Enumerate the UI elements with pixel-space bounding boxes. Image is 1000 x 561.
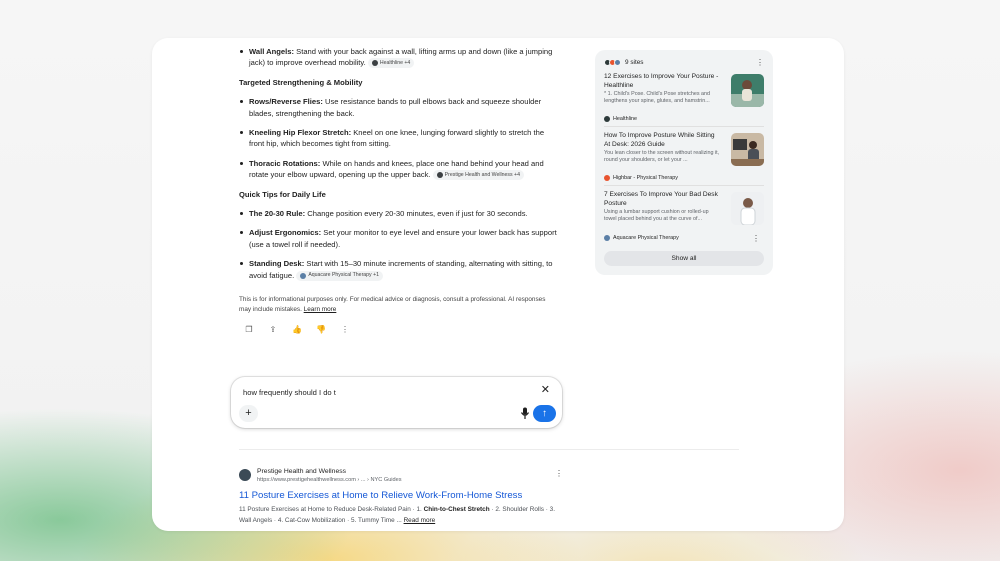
- more-options-icon[interactable]: ⋮: [340, 324, 350, 335]
- source-chip[interactable]: Prestige Health and Wellness +4: [432, 170, 524, 181]
- list-item: Wall Angels: Stand with your back agains…: [239, 46, 559, 69]
- microphone-icon[interactable]: [520, 407, 530, 420]
- source-card[interactable]: 12 Exercises to Improve Your Posture - H…: [604, 68, 764, 127]
- snippet-text: 11 Posture Exercises at Home to Reduce D…: [239, 506, 422, 513]
- result-snippet: 11 Posture Exercises at Home to Reduce D…: [239, 505, 559, 526]
- follow-up-chatbox: ✕ + ↑: [231, 377, 562, 428]
- item-label: Adjust Ergonomics:: [249, 228, 322, 238]
- divider: [239, 449, 739, 450]
- aquacare-favicon: [614, 58, 621, 66]
- source-site: Aquacare Physical Therapy: [604, 235, 679, 241]
- source-snippet: You lean closer to the screen without re…: [604, 150, 720, 164]
- aquacare-favicon: [604, 235, 610, 241]
- section-heading: Quick Tips for Daily Life: [239, 189, 326, 199]
- aquacare-favicon: [300, 272, 307, 279]
- result-site[interactable]: Prestige Health and Wellness https://www…: [239, 467, 559, 484]
- source-snippet: * 1. Child's Pose. Child's Pose stretche…: [604, 91, 711, 105]
- desk-worker-thumbnail: [731, 133, 764, 166]
- follow-up-input[interactable]: [243, 386, 523, 398]
- more-options-icon[interactable]: ⋮: [756, 58, 764, 67]
- item-label: The 20-30 Rule:: [249, 209, 306, 219]
- list-item: The 20-30 Rule: Change position every 20…: [239, 208, 559, 219]
- search-result: Prestige Health and Wellness https://www…: [239, 467, 563, 526]
- more-options-icon[interactable]: ⋮: [555, 469, 563, 478]
- highbar-favicon: [604, 175, 610, 181]
- source-site: Highbar - Physical Therapy: [604, 175, 678, 181]
- prestige-favicon: [436, 172, 443, 179]
- close-icon[interactable]: ✕: [541, 383, 550, 396]
- list-item: Kneeling Hip Flexor Stretch: Kneel on on…: [239, 127, 559, 150]
- man-posture-thumbnail: [731, 192, 764, 225]
- source-card[interactable]: 7 Exercises To Improve Your Bad Desk Pos…: [604, 186, 764, 245]
- read-more-link[interactable]: Read more: [404, 517, 436, 524]
- source-site-name: Aquacare Physical Therapy: [613, 235, 679, 241]
- send-arrow-icon[interactable]: ↑: [533, 405, 556, 422]
- share-icon[interactable]: ⇪: [268, 324, 278, 335]
- sources-panel: 9 sites ⋮ 12 Exercises to Improve Your P…: [595, 50, 773, 275]
- item-label: Rows/Reverse Flies:: [249, 97, 323, 107]
- source-card[interactable]: How To Improve Posture While Sitting At …: [604, 127, 764, 186]
- result-url: https://www.prestigehealthwellness.com ›…: [257, 477, 402, 483]
- item-text: Change position every 20-30 minutes, eve…: [307, 209, 528, 219]
- learn-more-link[interactable]: Learn more: [304, 306, 337, 313]
- source-chip[interactable]: Healthline +4: [367, 58, 415, 69]
- source-site-name: Highbar - Physical Therapy: [613, 175, 678, 181]
- list-item: Standing Desk: Start with 15–30 minute i…: [239, 258, 559, 281]
- list-item: Adjust Ergonomics: Set your monitor to e…: [239, 227, 559, 250]
- result-site-name: Prestige Health and Wellness: [257, 468, 347, 475]
- sources-header: 9 sites ⋮: [604, 56, 764, 68]
- disclaimer-text: This is for informational purposes only.…: [239, 296, 546, 313]
- result-title-link[interactable]: 11 Posture Exercises at Home to Relieve …: [239, 490, 559, 502]
- list-item: Rows/Reverse Flies: Use resistance bands…: [239, 96, 559, 119]
- prestige-favicon: [239, 469, 251, 481]
- item-label: Thoracic Rotations:: [249, 158, 321, 168]
- source-site-name: Healthline: [613, 116, 637, 122]
- snippet-highlight: Chin-to-Chest Stretch: [423, 506, 490, 513]
- source-chip[interactable]: Aquacare Physical Therapy +1: [296, 270, 384, 281]
- chip-label: Healthline +4: [379, 59, 411, 66]
- list-item: Thoracic Rotations: While on hands and k…: [239, 158, 559, 181]
- show-all-button[interactable]: Show all: [604, 251, 764, 266]
- chip-label: Aquacare Physical Therapy +1: [308, 271, 380, 278]
- source-title[interactable]: How To Improve Posture While Sitting At …: [604, 131, 722, 149]
- ai-overview-answer: Wall Angels: Stand with your back agains…: [239, 46, 559, 336]
- feedback-actions: ❐ ⇪ 👍 👎 ⋮: [239, 324, 559, 335]
- healthline-favicon: [604, 116, 610, 122]
- copy-icon[interactable]: ❐: [244, 324, 254, 335]
- search-results-card: Wall Angels: Stand with your back agains…: [152, 38, 844, 531]
- disclaimer: This is for informational purposes only.…: [239, 295, 559, 314]
- section-heading: Targeted Strengthening & Mobility: [239, 77, 363, 87]
- source-title[interactable]: 7 Exercises To Improve Your Bad Desk Pos…: [604, 190, 722, 208]
- item-label: Wall Angels:: [249, 47, 295, 56]
- item-label: Kneeling Hip Flexor Stretch:: [249, 128, 352, 138]
- chip-label: Prestige Health and Wellness +4: [444, 171, 520, 178]
- more-options-icon[interactable]: ⋮: [752, 234, 760, 243]
- source-site: Healthline: [604, 116, 637, 122]
- thumbs-down-icon[interactable]: 👎: [316, 324, 326, 335]
- thumbs-up-icon[interactable]: 👍: [292, 324, 302, 335]
- woman-stretching-thumbnail: [731, 74, 764, 107]
- item-label: Standing Desk:: [249, 259, 305, 269]
- add-icon[interactable]: +: [239, 405, 258, 422]
- source-snippet: Using a lumbar support cushion or rolled…: [604, 209, 709, 223]
- sites-count: 9 sites: [625, 58, 644, 66]
- healthline-favicon: [371, 60, 378, 67]
- source-title[interactable]: 12 Exercises to Improve Your Posture - H…: [604, 72, 722, 90]
